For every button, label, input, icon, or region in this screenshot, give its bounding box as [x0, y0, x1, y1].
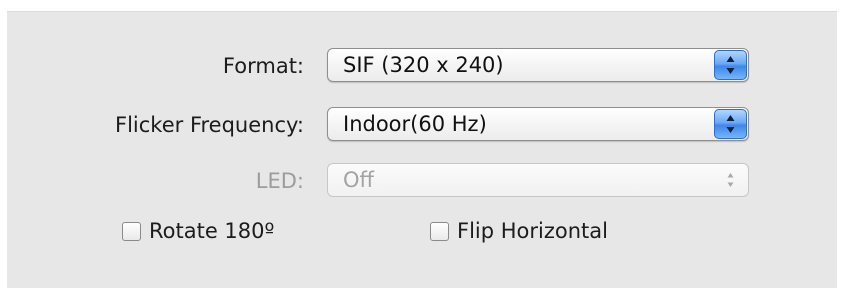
up-down-arrows-icon: [714, 109, 747, 139]
led-row: LED: Off: [0, 162, 843, 200]
format-row: Format: SIF (320 x 240): [0, 47, 843, 85]
up-down-arrows-icon: [714, 50, 747, 80]
flicker-frequency-label: Flicker Frequency:: [115, 113, 304, 137]
options-row: Rotate 180º Flip Horizontal: [0, 216, 843, 254]
rotate-180-checkbox[interactable]: [122, 222, 141, 241]
led-label: LED:: [255, 169, 304, 193]
up-down-arrows-icon: [714, 165, 747, 195]
led-value: Off: [343, 168, 374, 192]
flip-horizontal-label: Flip Horizontal: [457, 219, 608, 243]
format-value: SIF (320 x 240): [343, 53, 504, 77]
format-popup[interactable]: SIF (320 x 240): [327, 48, 749, 82]
flicker-frequency-popup[interactable]: Indoor(60 Hz): [327, 107, 749, 141]
led-popup: Off: [327, 163, 749, 197]
format-label: Format:: [222, 54, 304, 78]
flip-horizontal-checkbox[interactable]: [430, 222, 449, 241]
flicker-frequency-value: Indoor(60 Hz): [343, 112, 487, 136]
rotate-180-label: Rotate 180º: [149, 219, 275, 243]
flicker-row: Flicker Frequency: Indoor(60 Hz): [0, 106, 843, 144]
